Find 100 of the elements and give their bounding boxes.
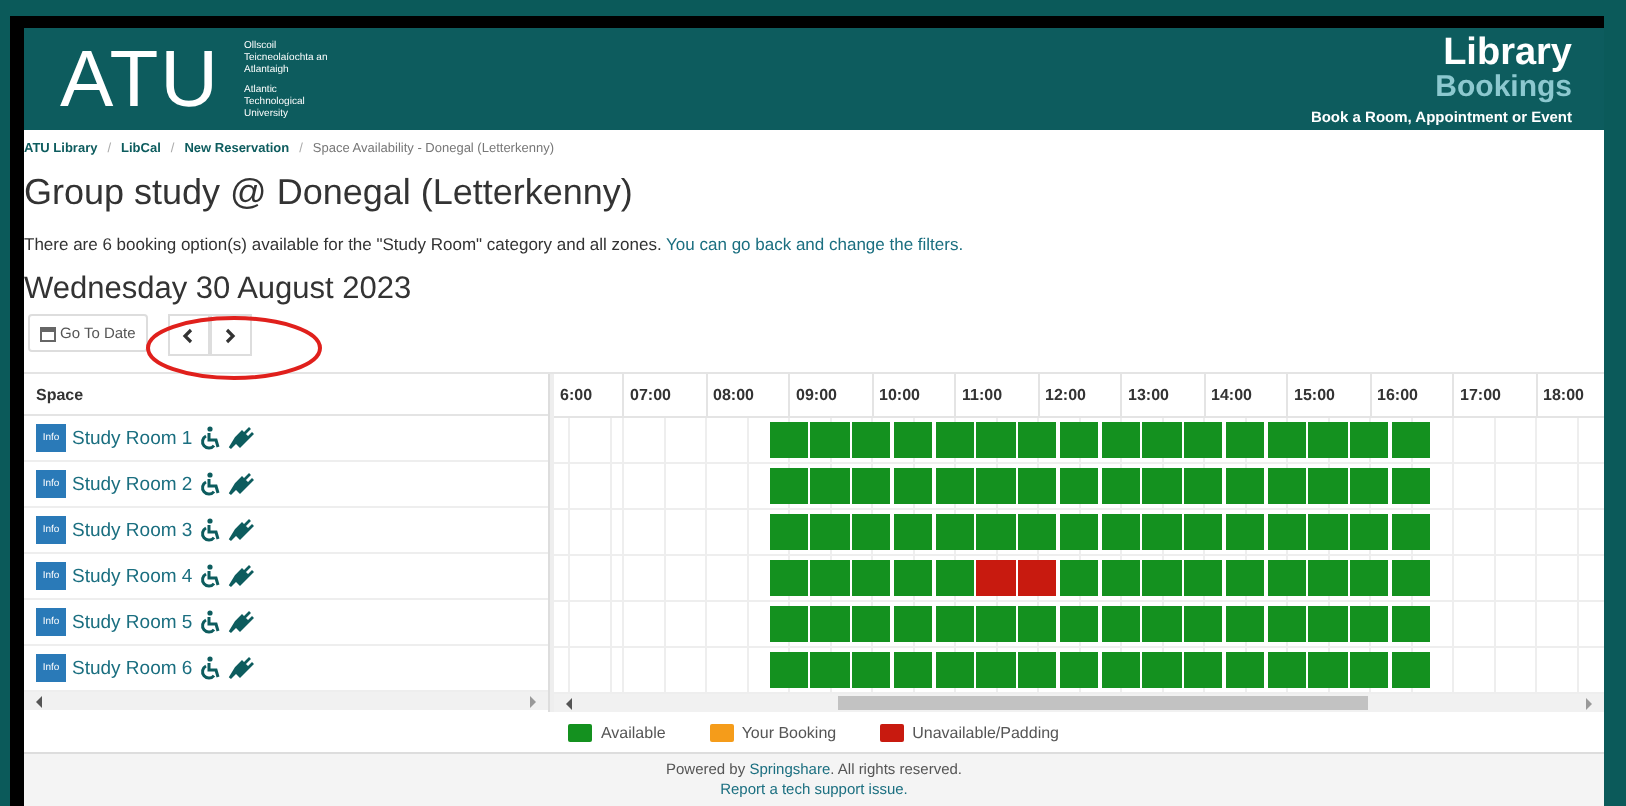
hour-header: 12:00: [1039, 374, 1122, 416]
available-slot[interactable]: [1018, 514, 1057, 550]
available-slot[interactable]: [935, 468, 974, 504]
scrollbar-thumb[interactable]: [838, 696, 1368, 710]
room-link[interactable]: Study Room 6: [72, 657, 193, 679]
available-slot[interactable]: [1059, 468, 1099, 504]
available-slot[interactable]: [893, 560, 933, 596]
available-slot[interactable]: [1018, 652, 1057, 688]
available-slot[interactable]: [1101, 468, 1140, 504]
available-slot[interactable]: [1225, 468, 1265, 504]
available-slot[interactable]: [1267, 514, 1306, 550]
available-slot[interactable]: [1225, 422, 1265, 458]
room-link[interactable]: Study Room 2: [72, 473, 193, 495]
available-slot[interactable]: [1267, 652, 1306, 688]
available-slot[interactable]: [1225, 652, 1265, 688]
available-slot[interactable]: [1059, 560, 1099, 596]
available-slot[interactable]: [1101, 560, 1140, 596]
available-slot[interactable]: [1018, 468, 1057, 504]
available-slot[interactable]: [1184, 468, 1223, 504]
available-slot[interactable]: [1391, 468, 1431, 504]
available-slot[interactable]: [893, 468, 933, 504]
available-slot[interactable]: [852, 514, 891, 550]
scrollbar[interactable]: [24, 692, 548, 710]
hour-header: 6:00: [554, 374, 624, 416]
scroll-right-icon[interactable]: [530, 695, 536, 707]
available-slot[interactable]: [893, 514, 933, 550]
room-link[interactable]: Study Room 5: [72, 611, 193, 633]
available-slot[interactable]: [769, 606, 808, 642]
available-slot[interactable]: [769, 468, 808, 504]
hour-header: 18:00: [1537, 374, 1604, 416]
available-slot[interactable]: [1267, 606, 1306, 642]
scrollbar[interactable]: [554, 694, 1604, 712]
hour-header: 07:00: [624, 374, 707, 416]
available-slot[interactable]: [1267, 468, 1306, 504]
available-slot[interactable]: [1350, 560, 1389, 596]
available-slot[interactable]: [852, 422, 891, 458]
available-slot[interactable]: [1059, 514, 1099, 550]
available-slot[interactable]: [1184, 652, 1223, 688]
scroll-left-icon[interactable]: [566, 697, 572, 709]
available-slot[interactable]: [1350, 468, 1389, 504]
page-title: Group study @ Donegal (Letterkenny): [24, 172, 635, 214]
available-slot[interactable]: [769, 560, 808, 596]
available-slot[interactable]: [935, 606, 974, 642]
available-slot[interactable]: [1350, 652, 1389, 688]
available-slot[interactable]: [1225, 560, 1265, 596]
scroll-left-icon[interactable]: [36, 695, 42, 707]
available-slot[interactable]: [1391, 514, 1431, 550]
available-slot[interactable]: [1391, 652, 1431, 688]
previous-button[interactable]: [167, 314, 210, 356]
available-slot[interactable]: [1059, 606, 1099, 642]
plug-icon: [228, 472, 255, 496]
available-slot[interactable]: [1391, 560, 1431, 596]
available-slot[interactable]: [852, 468, 891, 504]
room-link[interactable]: Study Room 3: [72, 519, 193, 541]
chevron-right-icon: [224, 327, 237, 343]
room-link[interactable]: Study Room 4: [72, 565, 193, 587]
available-slot[interactable]: [852, 560, 891, 596]
available-slot[interactable]: [1101, 652, 1140, 688]
intro-text: There are 6 booking option(s) available for the "Study Room" category and all zones. You can go back and change the filters.: [24, 234, 966, 254]
available-slot[interactable]: [1350, 422, 1389, 458]
available-slot[interactable]: [1267, 422, 1306, 458]
available-slot[interactable]: [1184, 422, 1223, 458]
available-slot[interactable]: [1225, 514, 1265, 550]
available-slot[interactable]: [1267, 560, 1306, 596]
available-slot[interactable]: [1391, 422, 1431, 458]
available-slot[interactable]: [769, 422, 808, 458]
available-slot[interactable]: [893, 652, 933, 688]
wheelchair-icon: [198, 656, 223, 680]
available-slot[interactable]: [769, 514, 808, 550]
available-slot[interactable]: [852, 606, 891, 642]
available-slot[interactable]: [1184, 606, 1223, 642]
available-slot[interactable]: [935, 514, 974, 550]
chevron-left-icon: [182, 327, 195, 343]
filters-link[interactable]: You can go back and change the filters.: [666, 234, 964, 254]
available-slot[interactable]: [893, 422, 933, 458]
available-slot[interactable]: [1184, 560, 1223, 596]
hour-header: 08:00: [707, 374, 790, 416]
scroll-right-icon[interactable]: [1586, 697, 1592, 709]
available-slot[interactable]: [1101, 422, 1140, 458]
available-slot[interactable]: [935, 652, 974, 688]
available-slot[interactable]: [1059, 652, 1099, 688]
available-slot[interactable]: [1391, 606, 1431, 642]
available-slot[interactable]: [1101, 514, 1140, 550]
available-slot[interactable]: [1184, 514, 1223, 550]
available-slot[interactable]: [935, 422, 974, 458]
available-slot[interactable]: [1350, 514, 1389, 550]
available-slot[interactable]: [1018, 606, 1057, 642]
available-slot[interactable]: [893, 606, 933, 642]
available-slot[interactable]: [1101, 606, 1140, 642]
available-slot[interactable]: [1059, 422, 1099, 458]
available-slot[interactable]: [1350, 606, 1389, 642]
hour-header: 17:00: [1454, 374, 1537, 416]
available-slot[interactable]: [1225, 606, 1265, 642]
legend-label: Unavailable/Padding: [912, 724, 1059, 742]
available-slot[interactable]: [1018, 422, 1057, 458]
available-slot[interactable]: [935, 560, 974, 596]
room-link[interactable]: Study Room 1: [72, 427, 193, 449]
wheelchair-icon: [198, 564, 223, 588]
available-slot[interactable]: [769, 652, 808, 688]
available-slot[interactable]: [852, 652, 891, 688]
